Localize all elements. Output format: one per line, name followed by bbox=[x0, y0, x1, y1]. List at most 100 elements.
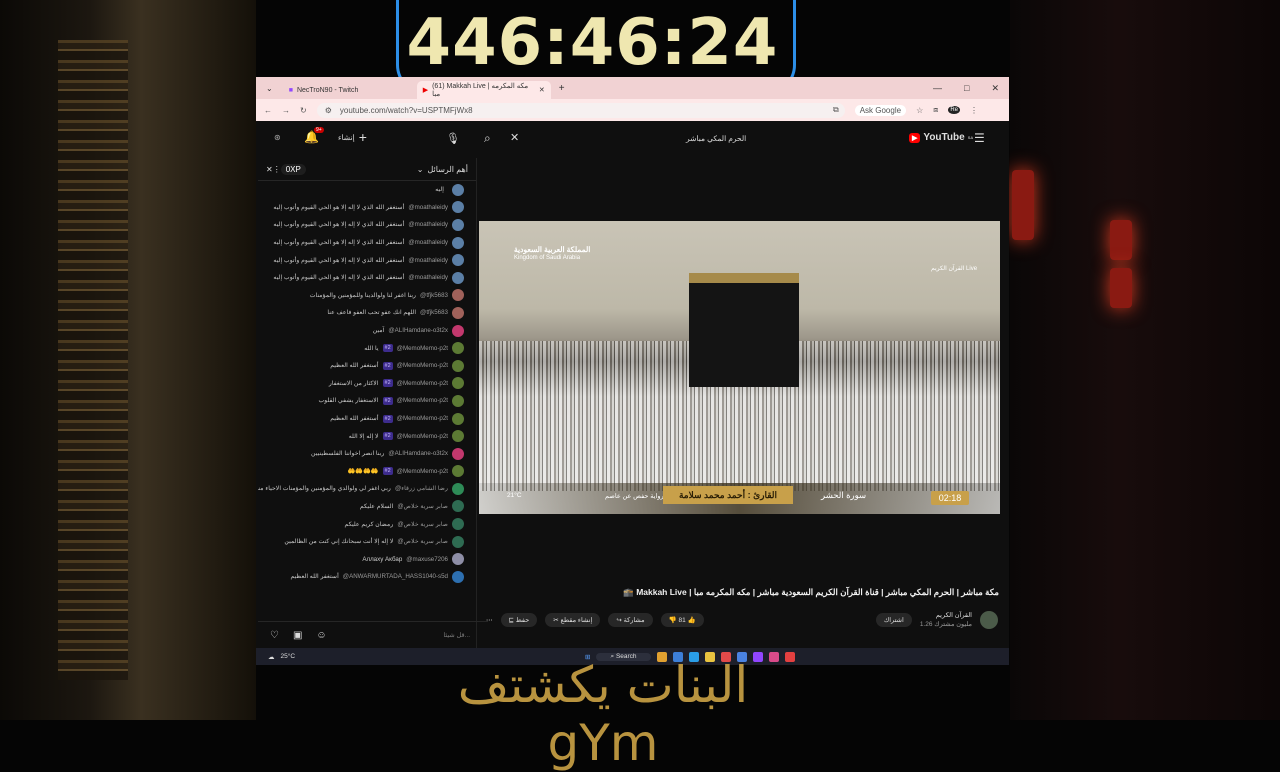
chat-message[interactable]: أستغفر الله الذي لا إله إلا هو الحي القي… bbox=[258, 251, 476, 269]
chat-message[interactable]: Аллаху Акбар @maxuse7206 bbox=[258, 550, 476, 568]
channel-info[interactable]: القرآن الكريم 1.26 مليون مشترك bbox=[920, 611, 972, 629]
chat-author[interactable]: @ANWARMURTADA_HASS1040-s5d bbox=[343, 573, 448, 580]
avatar[interactable] bbox=[452, 518, 464, 531]
tab-menu-icon[interactable]: ⌄ bbox=[256, 84, 283, 93]
avatar[interactable] bbox=[452, 324, 464, 337]
chat-mode-select[interactable]: ⌄ أهم الرسائل bbox=[417, 165, 468, 174]
extensions-icon[interactable]: ⧈ bbox=[933, 105, 938, 115]
avatar[interactable] bbox=[452, 430, 464, 443]
hamburger-menu-icon[interactable]: ☰ bbox=[974, 131, 985, 145]
chat-message[interactable]: الاستغفار يشفي القلوب #2 @MemoMemo-p2t bbox=[258, 392, 476, 410]
close-chat-icon[interactable]: ✕ bbox=[266, 165, 273, 174]
avatar[interactable] bbox=[452, 289, 464, 302]
avatar[interactable] bbox=[452, 201, 464, 214]
xp-badge[interactable]: 0XP bbox=[280, 163, 306, 175]
chat-message[interactable]: أستغفر الله العظيم #2 @MemoMemo-p2t bbox=[258, 357, 476, 375]
chat-author[interactable]: @tfjk5683 bbox=[420, 309, 448, 316]
avatar[interactable] bbox=[452, 254, 464, 267]
ask-google-button[interactable]: Ask Google bbox=[854, 104, 907, 116]
avatar[interactable] bbox=[452, 394, 464, 407]
avatar[interactable] bbox=[452, 465, 464, 478]
avatar[interactable] bbox=[452, 500, 464, 513]
avatar[interactable] bbox=[452, 218, 464, 231]
chat-author[interactable]: @moathaleidy bbox=[408, 257, 448, 264]
chat-message[interactable]: ربي اغفر لي ولوالدي والمؤمنين والمؤمنات … bbox=[258, 480, 476, 498]
close-window-icon[interactable]: ✕ bbox=[991, 83, 999, 94]
save-button[interactable]: ⊑ حفظ bbox=[500, 613, 538, 627]
avatar[interactable] bbox=[452, 236, 464, 249]
chat-author[interactable]: @MemoMemo-p2t bbox=[397, 433, 448, 440]
chat-author[interactable]: @صابر سرية خلاص bbox=[397, 521, 448, 528]
avatar[interactable] bbox=[452, 412, 464, 425]
profile-avatar[interactable]: Re bbox=[948, 106, 960, 114]
chat-message[interactable]: أستغفر الله الذي لا إله إلا هو الحي القي… bbox=[258, 216, 476, 234]
chat-message[interactable]: يا الله #2 @MemoMemo-p2t bbox=[258, 339, 476, 357]
chat-message[interactable]: أستغفر الله الذي لا إله إلا هو الحي القي… bbox=[258, 199, 476, 217]
chat-author[interactable]: @moathaleidy bbox=[408, 221, 448, 228]
avatar[interactable] bbox=[452, 271, 464, 284]
chat-message[interactable]: الاكثار من الاستغفار #2 @MemoMemo-p2t bbox=[258, 375, 476, 393]
tab-twitch[interactable]: ■ NecTroN90 - Twitch bbox=[283, 81, 417, 99]
chat-message[interactable]: إليه bbox=[258, 181, 476, 199]
heart-icon[interactable]: ♡ bbox=[270, 630, 279, 641]
chat-message[interactable]: أستغفر الله العظيم @ANWARMURTADA_HASS1040… bbox=[258, 568, 476, 586]
avatar[interactable] bbox=[452, 447, 464, 460]
avatar[interactable] bbox=[452, 570, 464, 583]
chat-author[interactable]: @moathaleidy bbox=[408, 239, 448, 246]
reload-icon[interactable]: ↻ bbox=[300, 106, 307, 115]
chat-author[interactable]: @moathaleidy bbox=[408, 204, 448, 211]
install-icon[interactable]: ⧉ bbox=[833, 105, 845, 115]
chat-author[interactable]: @moathaleidy bbox=[408, 274, 448, 281]
chat-message[interactable]: آمين @ALIHamdane-o3t2x bbox=[258, 322, 476, 340]
chat-author[interactable]: @MemoMemo-p2t bbox=[397, 380, 448, 387]
youtube-logo[interactable]: ▶ YouTube SA bbox=[909, 132, 973, 143]
chat-author[interactable]: @صابر سرية خلاص bbox=[397, 538, 448, 545]
forward-icon[interactable]: → bbox=[282, 106, 290, 115]
super-chat-icon[interactable]: ▣ bbox=[293, 630, 302, 641]
tab-youtube[interactable]: ▶ (61) Makkah Live | مكه المكرمه مبا ✕ bbox=[416, 81, 551, 99]
chat-author[interactable]: @MemoMemo-p2t bbox=[397, 345, 448, 352]
search-icon[interactable]: ⌕ bbox=[484, 131, 491, 146]
avatar[interactable] bbox=[452, 535, 464, 548]
chat-author[interactable]: @MemoMemo-p2t bbox=[397, 415, 448, 422]
chat-author[interactable]: @رضا الشامي زرقاء bbox=[395, 485, 448, 492]
new-tab-button[interactable]: + bbox=[551, 83, 573, 94]
avatar[interactable] bbox=[452, 359, 464, 372]
search-input[interactable]: الحرم المكي مباشر bbox=[686, 134, 746, 143]
chat-message[interactable]: أستغفر الله الذي لا إله إلا هو الحي القي… bbox=[258, 269, 476, 287]
chat-author[interactable]: @MemoMemo-p2t bbox=[397, 362, 448, 369]
avatar[interactable] bbox=[452, 482, 464, 495]
browser-menu-icon[interactable]: ⋮ bbox=[970, 106, 978, 115]
chat-message[interactable]: رمضان كريم عليكم @صابر سرية خلاص bbox=[258, 515, 476, 533]
chat-author[interactable]: @MemoMemo-p2t bbox=[397, 397, 448, 404]
url-field[interactable]: ⚙ youtube.com/watch?v=USPTMFjWx8 ⧉ bbox=[316, 102, 845, 118]
clear-search-icon[interactable]: ✕ bbox=[510, 131, 519, 144]
chat-message[interactable]: ربنا انصر اخواننا الفلسطينيين @ALIHamdane… bbox=[258, 445, 476, 463]
share-button[interactable]: ↪ مشاركة bbox=[608, 613, 653, 627]
chat-author[interactable]: @MemoMemo-p2t bbox=[397, 468, 448, 475]
avatar[interactable] bbox=[452, 183, 464, 196]
back-icon[interactable]: ← bbox=[264, 106, 272, 115]
maximize-icon[interactable]: □ bbox=[964, 83, 969, 94]
chat-message[interactable]: ربنا اغفر لنا ولوالدينا وللمؤمنين والمؤم… bbox=[258, 287, 476, 305]
close-tab-icon[interactable]: ✕ bbox=[539, 86, 545, 94]
emoji-icon[interactable]: ☺ bbox=[316, 630, 326, 641]
subscribe-button[interactable]: اشتراك bbox=[875, 613, 912, 627]
create-button[interactable]: إنشاء + bbox=[338, 129, 367, 145]
chat-author[interactable]: @ALIHamdane-o3t2x bbox=[388, 327, 448, 334]
channel-avatar[interactable] bbox=[980, 611, 998, 629]
chat-message[interactable]: السلام عليكم @صابر سرية خلاص bbox=[258, 498, 476, 516]
avatar[interactable] bbox=[452, 342, 464, 355]
chat-input[interactable]: قل شيئا... bbox=[443, 631, 488, 639]
chat-message[interactable]: 🤲🤲🤲🤲 #2 @MemoMemo-p2t bbox=[258, 463, 476, 481]
clip-button[interactable]: ✂ إنشاء مقطع bbox=[545, 613, 601, 627]
video-player[interactable]: المملكة العربية السعودية Kingdom of Saud… bbox=[479, 221, 1000, 514]
chat-author[interactable]: @صابر سرية خلاص bbox=[397, 503, 448, 510]
avatar[interactable] bbox=[452, 377, 464, 390]
avatar[interactable] bbox=[452, 306, 464, 319]
chat-author[interactable]: @ALIHamdane-o3t2x bbox=[388, 450, 448, 457]
avatar[interactable] bbox=[452, 553, 464, 566]
chat-more-icon[interactable]: ⋮ bbox=[273, 165, 281, 174]
bookmark-star-icon[interactable]: ☆ bbox=[916, 106, 923, 115]
chat-message[interactable]: أستغفر الله العظيم #2 @MemoMemo-p2t bbox=[258, 410, 476, 428]
